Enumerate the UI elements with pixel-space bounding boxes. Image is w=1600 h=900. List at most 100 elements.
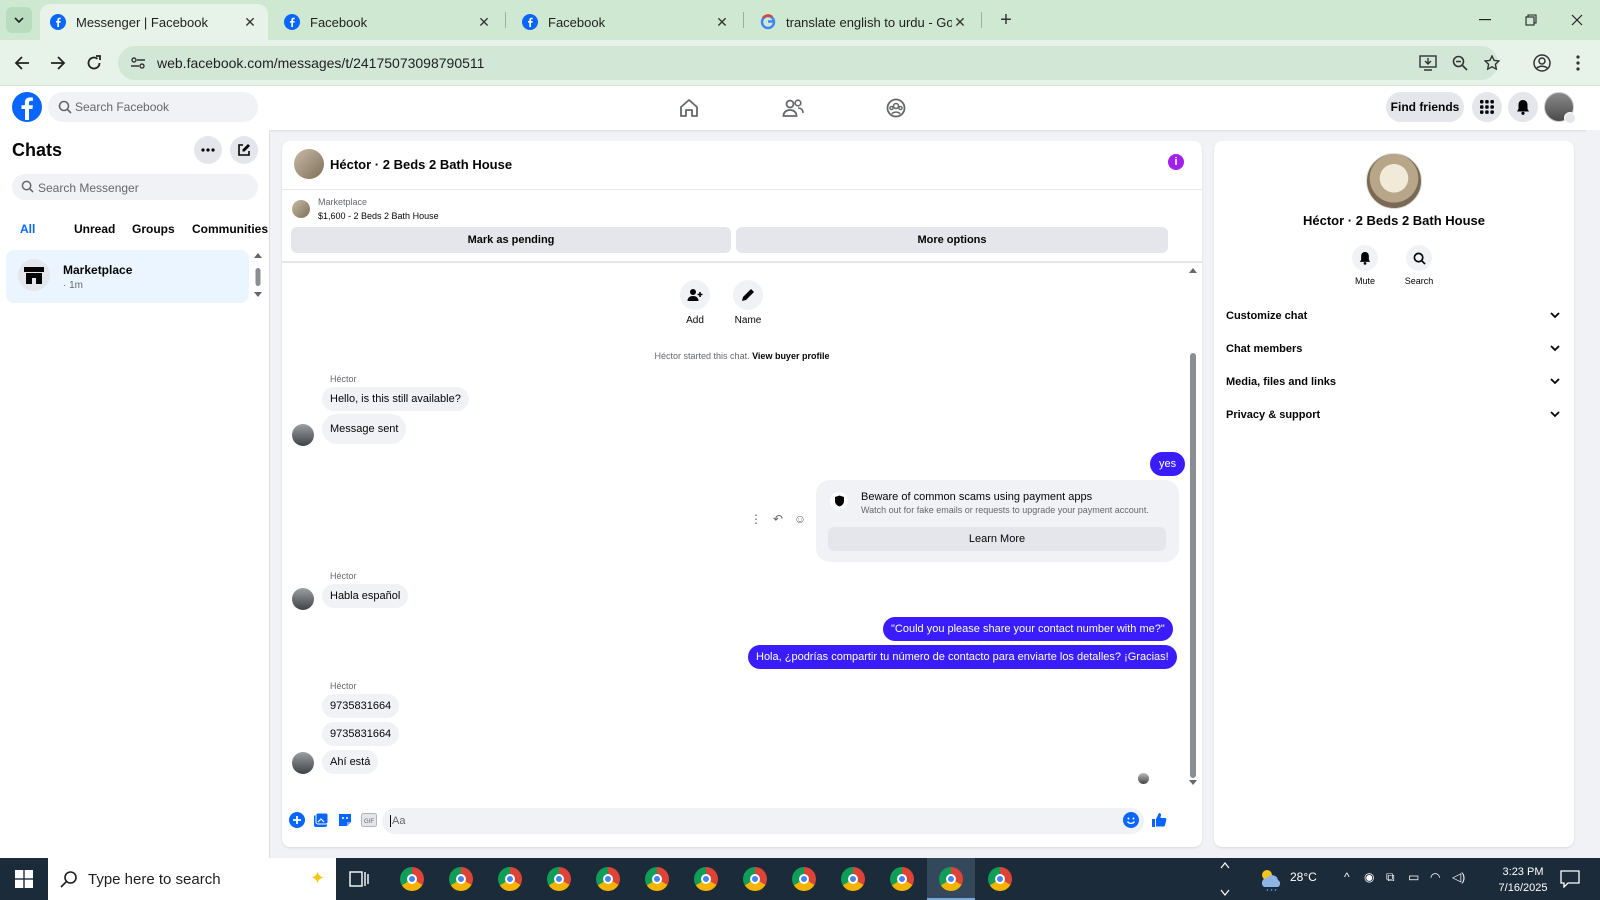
media-files-links-section[interactable]: Media, files and links (1226, 369, 1564, 395)
message-bubble-incoming[interactable]: Habla español (322, 584, 409, 608)
listing-avatar[interactable] (1366, 153, 1422, 209)
menu-grid-icon[interactable] (1472, 92, 1502, 122)
forward-arrow-icon[interactable] (46, 51, 70, 75)
scroll-up-arrow-icon[interactable] (1188, 265, 1198, 275)
chrome-taskbar-icon[interactable] (743, 867, 767, 891)
sticker-icon[interactable] (336, 811, 354, 829)
more-actions-icon[interactable]: ⋮ (748, 511, 764, 527)
filter-unread[interactable]: Unread (66, 216, 123, 242)
chrome-taskbar-icon[interactable] (792, 867, 816, 891)
conversation-avatar[interactable] (294, 149, 324, 179)
close-tab-icon[interactable]: ✕ (714, 14, 730, 30)
filter-groups[interactable]: Groups (124, 216, 183, 242)
home-icon[interactable] (677, 96, 701, 120)
learn-more-button[interactable]: Learn More (828, 527, 1166, 551)
message-bubble-incoming[interactable]: Message sent (322, 414, 407, 444)
site-info-icon[interactable] (128, 53, 148, 73)
minimize-icon[interactable] (1462, 0, 1508, 40)
taskbar-scroll-icon[interactable] (1220, 860, 1230, 898)
browser-tab-facebook-2[interactable]: Facebook ✕ (512, 4, 740, 40)
plus-circle-icon[interactable] (288, 811, 306, 829)
react-emoji-icon[interactable]: ☺ (792, 511, 808, 527)
customize-chat-section[interactable]: Customize chat (1226, 303, 1564, 329)
details-title[interactable]: Héctor · 2 Beds 2 Bath House (1214, 213, 1574, 228)
chrome-taskbar-icon[interactable] (645, 867, 669, 891)
chat-options-more-icon[interactable] (194, 136, 222, 164)
back-arrow-icon[interactable] (10, 51, 34, 75)
close-tab-icon[interactable]: ✕ (952, 14, 968, 30)
page-scrollbar[interactable] (1586, 130, 1600, 858)
emoji-icon[interactable] (1122, 811, 1140, 829)
address-bar[interactable]: web.facebook.com/messages/t/241750730987… (118, 46, 1500, 80)
restore-icon[interactable] (1508, 0, 1554, 40)
taskbar-search[interactable]: Type here to search ✦ (48, 858, 336, 900)
close-window-icon[interactable] (1554, 0, 1600, 40)
find-friends-button[interactable]: Find friends (1386, 92, 1464, 122)
browser-menu-icon[interactable] (1566, 51, 1590, 75)
temperature-text[interactable]: 28°C (1290, 870, 1317, 884)
mark-as-pending-button[interactable]: Mark as pending (291, 227, 731, 253)
like-thumbs-up-icon[interactable] (1150, 811, 1168, 829)
bookmark-star-icon[interactable] (1482, 53, 1502, 73)
browser-tab-messenger[interactable]: Messenger | Facebook ✕ (40, 4, 268, 40)
account-chevron-icon[interactable] (1564, 112, 1576, 124)
sender-avatar[interactable] (292, 752, 314, 774)
gif-icon[interactable]: GIF (360, 811, 378, 829)
pencil-icon[interactable] (733, 280, 763, 310)
zoom-icon[interactable] (1450, 53, 1470, 73)
meet-now-icon[interactable]: ◉ (1364, 870, 1374, 884)
photo-icon[interactable] (312, 811, 330, 829)
chrome-taskbar-icon[interactable] (694, 867, 718, 891)
add-person-icon[interactable] (680, 280, 710, 310)
conversation-title[interactable]: Héctor · 2 Beds 2 Bath House (330, 157, 512, 172)
view-buyer-profile-link[interactable]: View buyer profile (752, 351, 829, 361)
chrome-taskbar-icon[interactable] (841, 867, 865, 891)
chrome-taskbar-icon[interactable] (988, 867, 1012, 891)
message-bubble-incoming[interactable]: Ahí está (322, 750, 379, 774)
messenger-search[interactable]: Search Messenger (12, 174, 258, 200)
more-options-button[interactable]: More options (736, 227, 1168, 253)
message-bubble-incoming[interactable]: Hello, is this still available? (322, 387, 469, 411)
sender-avatar[interactable] (292, 588, 314, 610)
facebook-search[interactable]: Search Facebook (48, 92, 258, 122)
network-share-icon[interactable]: ⧉ (1386, 870, 1395, 885)
chrome-taskbar-icon[interactable] (400, 867, 424, 891)
sidebar-scrollbar[interactable] (253, 250, 263, 300)
message-input[interactable]: Aa (382, 808, 1144, 834)
show-hidden-icons-chevron-icon[interactable]: ^ (1344, 870, 1350, 884)
listing-description[interactable]: $1,600 - 2 Beds 2 Bath House (318, 211, 439, 221)
conversation-info-icon[interactable]: i (1168, 154, 1184, 170)
reply-icon[interactable]: ↶ (770, 511, 786, 527)
new-message-compose-icon[interactable] (230, 136, 258, 164)
message-bubble-outgoing[interactable]: yes (1150, 452, 1186, 476)
groups-icon[interactable] (884, 96, 908, 120)
chrome-taskbar-icon[interactable] (890, 867, 914, 891)
message-bubble-incoming[interactable]: 9735831664 (322, 722, 400, 746)
search-icon[interactable] (1406, 245, 1432, 271)
filter-communities[interactable]: Communities (184, 216, 276, 242)
mute-bell-icon[interactable] (1352, 245, 1378, 271)
message-bubble-incoming[interactable]: 9735831664 (322, 694, 400, 718)
friends-icon[interactable] (781, 96, 805, 120)
wifi-icon[interactable]: ◠ (1430, 870, 1440, 884)
listing-thumbnail[interactable] (292, 200, 310, 218)
chat-members-section[interactable]: Chat members (1226, 336, 1564, 362)
sender-avatar[interactable] (292, 424, 314, 446)
notifications-bell-icon[interactable] (1508, 92, 1538, 122)
chrome-taskbar-icon[interactable] (449, 867, 473, 891)
url-text[interactable]: web.facebook.com/messages/t/241750730987… (157, 55, 484, 71)
reload-icon[interactable] (82, 51, 106, 75)
message-bubble-outgoing[interactable]: Hola, ¿podrías compartir tu número de co… (748, 645, 1177, 669)
weather-icon[interactable] (1258, 867, 1284, 891)
browser-tab-translate[interactable]: translate english to urdu - Goog ✕ (750, 4, 978, 40)
volume-icon[interactable]: ◁) (1452, 870, 1465, 884)
close-tab-icon[interactable]: ✕ (242, 14, 258, 30)
tab-search-chevron-icon[interactable] (6, 7, 32, 33)
notification-center-icon[interactable] (1560, 870, 1580, 888)
chrome-taskbar-icon[interactable] (547, 867, 571, 891)
scrollbar-thumb[interactable] (1190, 353, 1196, 778)
filter-all[interactable]: All (12, 216, 43, 242)
task-view-icon[interactable] (348, 868, 370, 890)
close-tab-icon[interactable]: ✕ (476, 14, 492, 30)
facebook-logo-icon[interactable] (12, 92, 42, 122)
